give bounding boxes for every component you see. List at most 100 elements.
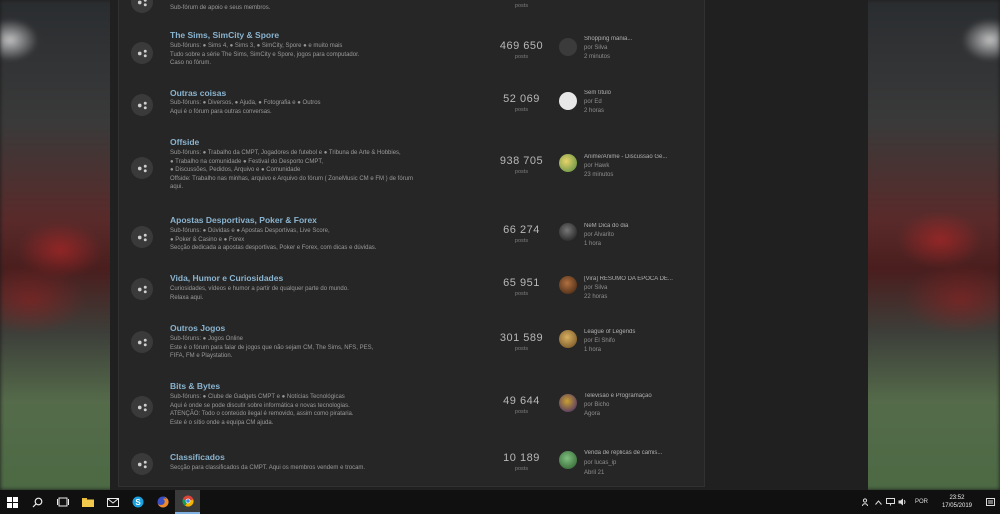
desc-line: Tudo sobre a série The Sims, SimCity e S… xyxy=(170,51,360,58)
search-icon[interactable] xyxy=(25,490,50,514)
file-explorer-icon[interactable] xyxy=(75,490,100,514)
last-post-title[interactable]: Venda de réplicas de camis... xyxy=(584,450,704,456)
last-post-time: 1 hora xyxy=(584,241,602,247)
forum-status-icon xyxy=(131,396,153,418)
chrome-icon[interactable] xyxy=(175,490,200,514)
forum-row[interactable]: Vida, Humor e Curiosidades Curiosidades,… xyxy=(119,272,706,310)
forum-row-partial[interactable]: Sub-fórum de apoio e seus membros. posts xyxy=(119,0,706,18)
last-post-time: 23 minutos xyxy=(584,172,614,178)
people-icon[interactable] xyxy=(861,490,873,514)
last-post-time: 2 minutos xyxy=(584,54,611,60)
last-post-author[interactable]: por Ed xyxy=(584,99,602,105)
last-post-title[interactable]: Anime/Anime - Discussão Ge... xyxy=(584,154,704,160)
desc-line: Sub-fóruns: ● Diversos, ● Ajuda, ● Fotog… xyxy=(170,100,321,106)
last-post-author[interactable]: por Silva xyxy=(584,285,607,291)
forum-title-link[interactable]: The Sims, SimCity & Spore xyxy=(170,30,279,40)
last-post-author[interactable]: por Bicho xyxy=(584,402,609,408)
forum-row[interactable]: Apostas Desportivas, Poker & Forex Sub-f… xyxy=(119,214,706,260)
avatar[interactable] xyxy=(559,394,577,412)
forum-row[interactable]: Classificados Secção para classificados … xyxy=(119,450,706,484)
task-view-icon[interactable] xyxy=(50,490,75,514)
start-icon[interactable] xyxy=(0,490,25,514)
volume-icon[interactable] xyxy=(897,490,909,514)
last-post-author[interactable]: por Silva xyxy=(584,45,607,51)
last-post-title[interactable]: [Vira] RESUMO DA ÉPOCA DE... xyxy=(584,276,704,282)
chevron-up-icon[interactable] xyxy=(873,490,885,514)
forum-row[interactable]: Outros Jogos Sub-fóruns: ● Jogos Online … xyxy=(119,322,706,368)
desc-line: Este é o sítio onde a equipa CM ajuda. xyxy=(170,419,274,426)
forum-description: Sub-fórum de apoio e seus membros. xyxy=(170,5,271,11)
forum-title-link[interactable]: Outras coisas xyxy=(170,88,226,98)
last-post-title[interactable]: Televisão e Programação xyxy=(584,393,704,399)
last-post-author[interactable]: por El Shifo xyxy=(584,338,615,344)
post-count: 301 589 xyxy=(499,332,544,344)
post-count: 52 069 xyxy=(503,93,540,105)
desc-line: ● Discussões, Pedidos, Arquivo e ● Comun… xyxy=(170,167,301,174)
forum-list: Sub-fórum de apoio e seus membros. posts… xyxy=(118,0,705,487)
post-count-label: posts xyxy=(514,291,529,297)
forum-status-icon xyxy=(131,157,153,179)
desc-line: ● Trabalho na comunidade ● Festival do D… xyxy=(170,158,323,165)
firefox-icon[interactable] xyxy=(150,490,175,514)
forum-description: Sub-fóruns: ● Trabalho da CMPT, Jogadore… xyxy=(170,149,470,192)
taskbar: S POR 23:52 17/05/2019 xyxy=(0,490,1000,514)
forum-row[interactable]: Outras coisas Sub-fóruns: ● Diversos, ● … xyxy=(119,86,706,126)
post-count-label: posts xyxy=(514,346,529,352)
desc-line: Aqui é o fórum para outras conversas. xyxy=(170,108,272,115)
avatar[interactable] xyxy=(559,223,577,241)
forum-panel: Sub-fórum de apoio e seus membros. posts… xyxy=(110,0,868,490)
last-post-author[interactable]: por Hawk xyxy=(584,163,609,169)
forum-row[interactable]: Offside Sub-fóruns: ● Trabalho da CMPT, … xyxy=(119,136,706,200)
avatar[interactable] xyxy=(559,451,577,469)
last-post-time: 22 horas xyxy=(584,294,608,300)
forum-description: Sub-fóruns: ● Clube de Gadgets CMPT e ● … xyxy=(170,393,470,427)
forum-title-link[interactable]: Vida, Humor e Curiosidades xyxy=(170,273,283,283)
forum-description: Curiosidades, vídeos e humor a partir de… xyxy=(170,285,470,302)
post-count: 49 644 xyxy=(503,395,540,407)
skype-icon[interactable]: S xyxy=(125,490,150,514)
forum-title-link[interactable]: Apostas Desportivas, Poker & Forex xyxy=(170,215,317,225)
forum-title-link[interactable]: Bits & Bytes xyxy=(170,381,220,391)
forum-title-link[interactable]: Outros Jogos xyxy=(170,323,225,333)
avatar[interactable] xyxy=(559,38,577,56)
clock[interactable]: 23:52 17/05/2019 xyxy=(934,494,980,510)
forum-description: Sub-fóruns: ● Dúvidas e ● Apostas Despor… xyxy=(170,227,470,253)
forum-title-link[interactable]: Offside xyxy=(170,137,199,147)
desc-line: Sub-fóruns: ● Trabalho da CMPT, Jogadore… xyxy=(170,150,401,156)
last-post-title[interactable]: NeM Dica do dia xyxy=(584,223,704,229)
desc-line: Curiosidades, vídeos e humor a partir de… xyxy=(170,286,349,292)
language-indicator[interactable]: POR xyxy=(909,499,934,505)
forum-row[interactable]: Bits & Bytes Sub-fóruns: ● Clube de Gadg… xyxy=(119,380,706,436)
mail-icon[interactable] xyxy=(100,490,125,514)
post-count-label: posts xyxy=(514,238,529,244)
forum-description: Sub-fóruns: ● Jogos Online Este é o fóru… xyxy=(170,335,470,361)
svg-text:S: S xyxy=(135,498,141,507)
desc-line: Secção para classificados da CMPT. Aqui … xyxy=(170,465,366,471)
desc-line: aqui. xyxy=(170,184,184,191)
notification-icon[interactable] xyxy=(980,490,1000,514)
avatar[interactable] xyxy=(559,330,577,348)
network-icon[interactable] xyxy=(885,490,897,514)
last-post-title[interactable]: Shopping mania... xyxy=(584,36,704,42)
desc-line: Relaxa aqui. xyxy=(170,294,204,301)
post-count-label: posts xyxy=(514,3,529,9)
last-post-author[interactable]: por Alvarito xyxy=(584,232,614,238)
avatar[interactable] xyxy=(559,92,577,110)
last-post-author[interactable]: por lucas_ip xyxy=(584,460,616,466)
post-count: 66 274 xyxy=(503,224,540,236)
avatar[interactable] xyxy=(559,154,577,172)
last-post-title[interactable]: Sem título xyxy=(584,90,704,96)
desc-line: Sub-fóruns: ● Dúvidas e ● Apostas Despor… xyxy=(170,228,330,234)
post-count-label: posts xyxy=(514,466,529,472)
forum-title-link[interactable]: Classificados xyxy=(170,452,225,462)
post-count-label: posts xyxy=(514,409,529,415)
post-count: 938 705 xyxy=(499,155,544,167)
post-count-label: posts xyxy=(514,54,529,60)
avatar[interactable] xyxy=(559,276,577,294)
last-post-title[interactable]: League of Legends xyxy=(584,329,704,335)
post-count: 10 189 xyxy=(503,452,540,464)
forum-row[interactable]: The Sims, SimCity & Spore Sub-fóruns: ● … xyxy=(119,28,706,78)
desc-line: Sub-fóruns: ● Clube de Gadgets CMPT e ● … xyxy=(170,394,345,400)
forum-status-icon xyxy=(131,331,153,353)
last-post-time: 1 hora xyxy=(584,347,602,353)
